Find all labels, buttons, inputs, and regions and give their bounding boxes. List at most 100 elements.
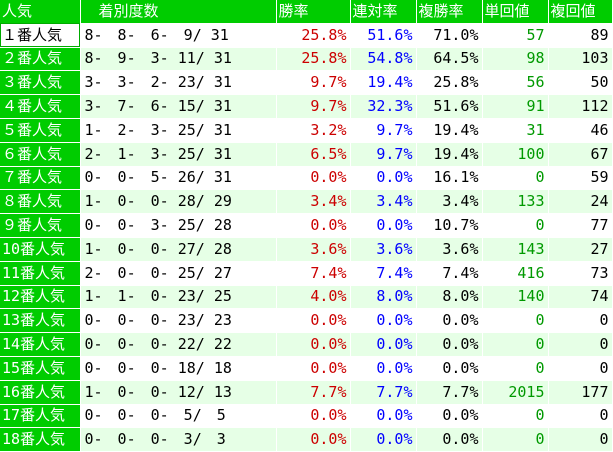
show-rate-cell: 3.6% — [416, 237, 483, 262]
show-return-cell: 0 — [548, 308, 613, 334]
show-return-cell: 50 — [548, 70, 613, 96]
popularity-cell: 17番人気 — [0, 404, 81, 429]
popularity-cell: ４番人気 — [0, 94, 81, 119]
table-row: 12番人気 1- 1- 0- 23/ 25 4.0% 8.0% 8.0% 140 74 — [0, 285, 613, 310]
win-return-cell: 140 — [482, 285, 549, 310]
show-rate-cell: 19.4% — [416, 142, 483, 167]
show-return-cell: 0 — [548, 356, 613, 381]
show-rate-cell: 0.0% — [416, 308, 483, 334]
header-popularity: 人気 — [0, 0, 81, 24]
place-rate-cell: 0.0% — [350, 404, 417, 429]
popularity-cell: 15番人気 — [0, 356, 81, 381]
record-cell: 0- 0- 0- 23/ 23 — [80, 308, 277, 334]
table-row: ２番人気 8- 9- 3- 11/ 31 25.8% 54.8% 64.5% 98 103 — [0, 47, 613, 72]
show-rate-cell: 3.4% — [416, 189, 483, 215]
show-rate-cell: 0.0% — [416, 404, 483, 429]
popularity-cell: 16番人気 — [0, 380, 81, 405]
popularity-cell: 18番人気 — [0, 427, 81, 452]
header-show-return: 複回値 — [548, 0, 613, 24]
place-rate-cell: 0.0% — [350, 332, 417, 357]
table-row: ５番人気 1- 2- 3- 25/ 31 3.2% 9.7% 19.4% 31 46 — [0, 118, 613, 143]
record-cell: 0- 0- 5- 26/ 31 — [80, 166, 277, 191]
table-row: 14番人気 0- 0- 0- 22/ 22 0.0% 0.0% 0.0% 0 0 — [0, 332, 613, 357]
win-rate-cell: 6.5% — [276, 142, 351, 167]
win-return-cell: 0 — [482, 404, 549, 429]
record-cell: 1- 2- 3- 25/ 31 — [80, 118, 277, 143]
win-return-cell: 98 — [482, 47, 549, 72]
popularity-cell: ７番人気 — [0, 166, 81, 191]
header-row: 人気 着別度数 勝率 連対率 複勝率 単回値 複回値 — [0, 0, 613, 24]
win-return-cell: 31 — [482, 118, 549, 143]
win-rate-cell: 0.0% — [276, 332, 351, 357]
record-cell: 0- 0- 0- 18/ 18 — [80, 356, 277, 381]
header-win-return: 単回値 — [482, 0, 549, 24]
record-cell: 0- 0- 0- 3/ 3 — [80, 427, 277, 452]
win-rate-cell: 9.7% — [276, 70, 351, 96]
show-rate-cell: 51.6% — [416, 94, 483, 119]
popularity-cell: ５番人気 — [0, 118, 81, 143]
place-rate-cell: 0.0% — [350, 427, 417, 452]
record-cell: 2- 1- 3- 25/ 31 — [80, 142, 277, 167]
show-return-cell: 89 — [548, 23, 613, 48]
win-return-cell: 133 — [482, 189, 549, 215]
show-return-cell: 0 — [548, 404, 613, 429]
popularity-cell: １番人気 — [0, 23, 81, 48]
show-return-cell: 67 — [548, 142, 613, 167]
popularity-cell: 11番人気 — [0, 261, 81, 286]
win-rate-cell: 7.7% — [276, 380, 351, 405]
show-return-cell: 24 — [548, 189, 613, 215]
win-rate-cell: 0.0% — [276, 356, 351, 381]
win-return-cell: 0 — [482, 166, 549, 191]
record-cell: 1- 1- 0- 23/ 25 — [80, 285, 277, 310]
table-body: １番人気 8- 8- 6- 9/ 31 25.8% 51.6% 71.0% 57 89 ２番人… — [0, 23, 613, 452]
place-rate-cell: 51.6% — [350, 23, 417, 48]
header-record: 着別度数 — [80, 0, 277, 24]
popularity-cell: ８番人気 — [0, 189, 81, 215]
show-rate-cell: 0.0% — [416, 332, 483, 357]
table-row: ６番人気 2- 1- 3- 25/ 31 6.5% 9.7% 19.4% 100 67 — [0, 142, 613, 167]
table-row: ８番人気 1- 0- 0- 28/ 29 3.4% 3.4% 3.4% 133 24 — [0, 189, 613, 215]
popularity-cell: 10番人気 — [0, 237, 81, 262]
place-rate-cell: 7.7% — [350, 380, 417, 405]
place-rate-cell: 54.8% — [350, 47, 417, 72]
win-rate-cell: 0.0% — [276, 308, 351, 334]
show-return-cell: 59 — [548, 166, 613, 191]
show-return-cell: 0 — [548, 332, 613, 357]
win-rate-cell: 9.7% — [276, 94, 351, 119]
win-rate-cell: 0.0% — [276, 213, 351, 238]
table-row: ９番人気 0- 0- 3- 25/ 28 0.0% 0.0% 10.7% 0 77 — [0, 213, 613, 238]
popularity-cell: ６番人気 — [0, 142, 81, 167]
win-return-cell: 57 — [482, 23, 549, 48]
win-rate-cell: 4.0% — [276, 285, 351, 310]
show-rate-cell: 0.0% — [416, 356, 483, 381]
record-cell: 2- 0- 0- 25/ 27 — [80, 261, 277, 286]
record-cell: 3- 7- 6- 15/ 31 — [80, 94, 277, 119]
win-return-cell: 0 — [482, 308, 549, 334]
show-return-cell: 177 — [548, 380, 613, 405]
record-cell: 1- 0- 0- 12/ 13 — [80, 380, 277, 405]
win-rate-cell: 0.0% — [276, 166, 351, 191]
win-rate-cell: 3.6% — [276, 237, 351, 262]
place-rate-cell: 0.0% — [350, 308, 417, 334]
show-rate-cell: 25.8% — [416, 70, 483, 96]
win-rate-cell: 3.4% — [276, 189, 351, 215]
win-return-cell: 56 — [482, 70, 549, 96]
record-cell: 3- 3- 2- 23/ 31 — [80, 70, 277, 96]
place-rate-cell: 19.4% — [350, 70, 417, 96]
record-cell: 1- 0- 0- 27/ 28 — [80, 237, 277, 262]
header-place-rate: 連対率 — [350, 0, 417, 24]
place-rate-cell: 9.7% — [350, 142, 417, 167]
show-return-cell: 46 — [548, 118, 613, 143]
win-return-cell: 0 — [482, 427, 549, 452]
table-row: 17番人気 0- 0- 0- 5/ 5 0.0% 0.0% 0.0% 0 0 — [0, 404, 613, 429]
place-rate-cell: 0.0% — [350, 213, 417, 238]
header-show-rate: 複勝率 — [416, 0, 483, 24]
place-rate-cell: 7.4% — [350, 261, 417, 286]
win-rate-cell: 0.0% — [276, 404, 351, 429]
win-return-cell: 0 — [482, 356, 549, 381]
table-row: 13番人気 0- 0- 0- 23/ 23 0.0% 0.0% 0.0% 0 0 — [0, 308, 613, 334]
record-cell: 8- 9- 3- 11/ 31 — [80, 47, 277, 72]
popularity-cell: 12番人気 — [0, 285, 81, 310]
popularity-stats-table: 人気 着別度数 勝率 連対率 複勝率 単回値 複回値 １番人気 8- 8- 6- … — [0, 0, 613, 452]
record-cell: 8- 8- 6- 9/ 31 — [80, 23, 277, 48]
